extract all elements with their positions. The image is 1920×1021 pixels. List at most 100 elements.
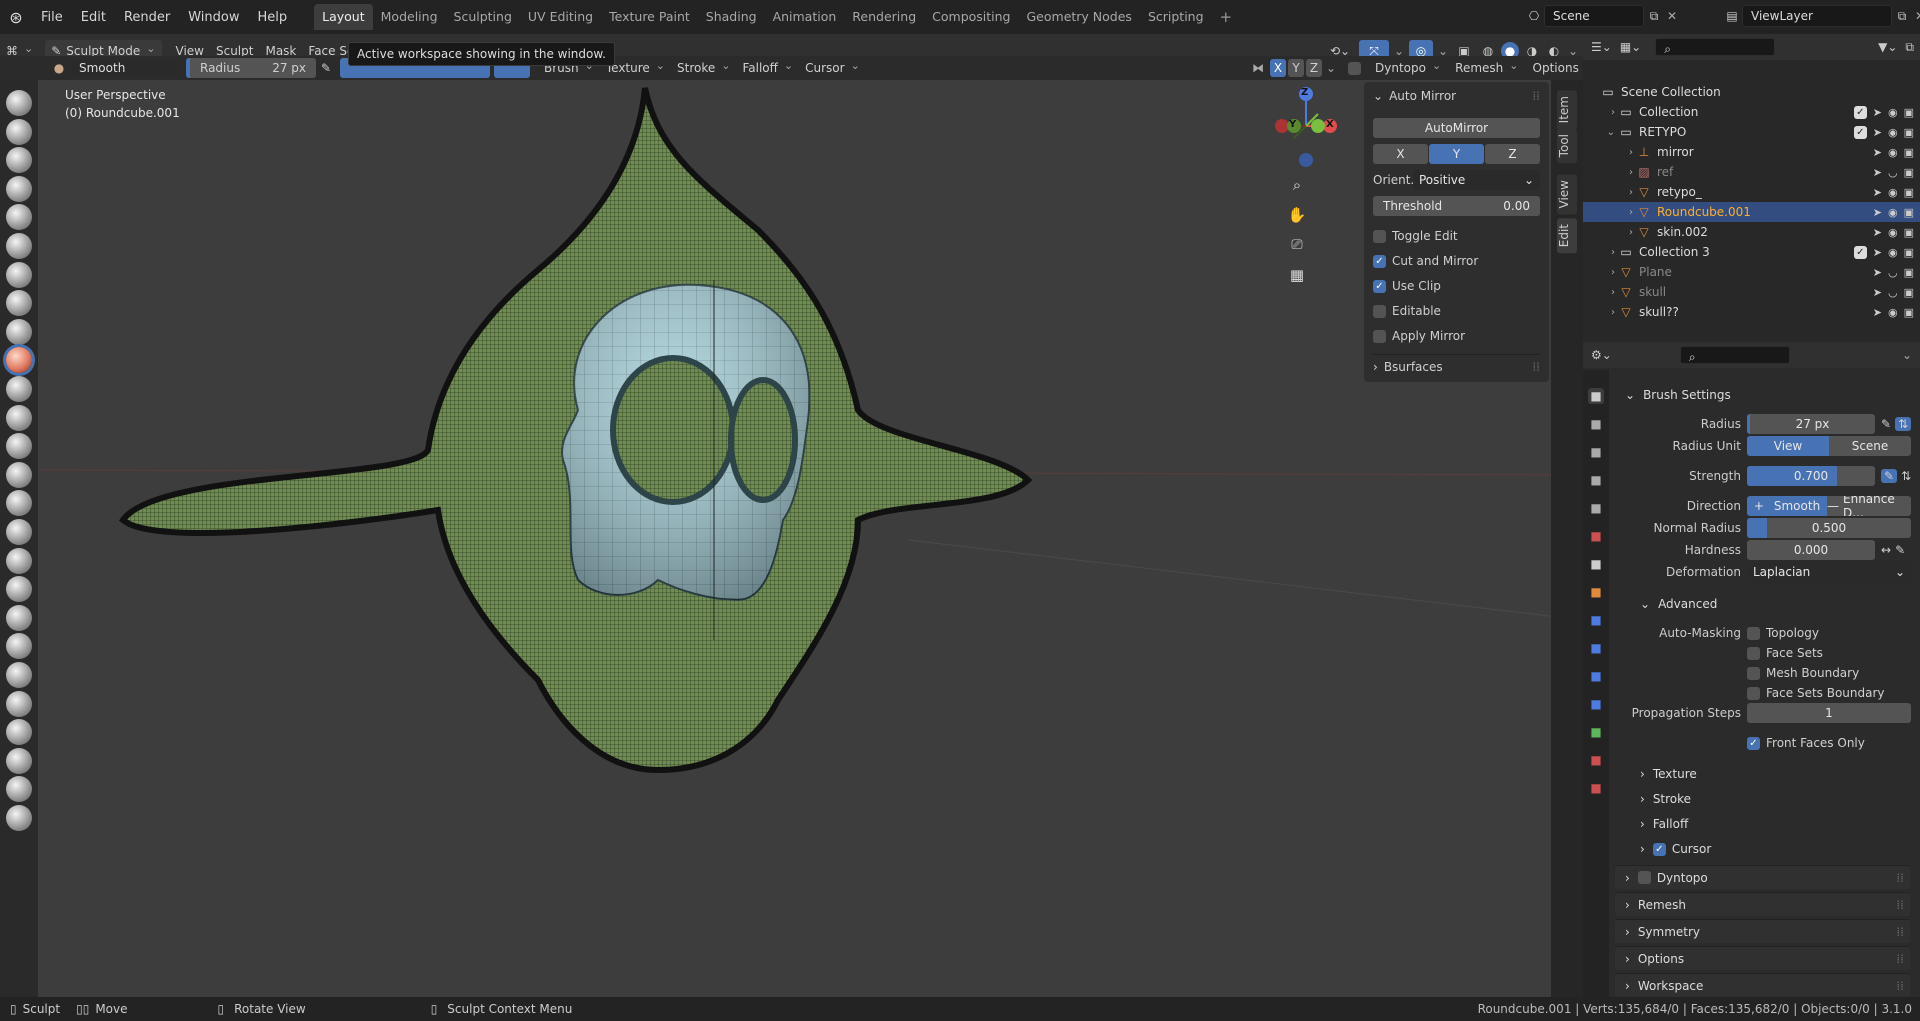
properties-tab-texture-icon[interactable]: ■	[1588, 780, 1604, 796]
panel-workspace[interactable]: › Workspace ⁞⁞	[1615, 973, 1910, 997]
expand-arrow-icon[interactable]: ›	[1583, 207, 1637, 218]
outliner-row[interactable]: › ▽ retypo_ ➤ ◉ ▣	[1583, 182, 1920, 202]
tool-nudge-icon[interactable]	[6, 662, 32, 688]
eye-icon[interactable]: ◉	[1888, 126, 1898, 139]
outliner-row[interactable]: › ▽ skin.002 ➤ ◉ ▣	[1583, 222, 1920, 242]
zoom-icon[interactable]: ⌕	[1285, 173, 1309, 197]
strength-lock-icon[interactable]: ⇅	[1901, 469, 1911, 483]
eye-icon[interactable]: ◡	[1888, 266, 1898, 279]
check-cut-and-mirror[interactable]: ✓ Cut and Mirror	[1373, 251, 1540, 271]
properties-tab-physics-icon[interactable]: ■	[1588, 668, 1604, 684]
front-faces-option[interactable]: ✓ Front Faces Only	[1747, 736, 1865, 750]
camera-icon[interactable]: ▣	[1904, 266, 1914, 279]
radius-pressure-icon[interactable]: ✎	[316, 61, 336, 75]
camera-view-icon[interactable]: ⎚	[1285, 233, 1309, 257]
select-arrow-icon[interactable]: ➤	[1873, 106, 1882, 119]
auto-mirror-header[interactable]: ⌄ Auto Mirror ⁞⁞	[1373, 86, 1540, 106]
subsection-texture[interactable]: › Texture	[1630, 762, 1910, 786]
radius-value-field[interactable]: 27 px	[1747, 414, 1875, 434]
stroke-dropdown[interactable]: Stroke	[671, 57, 736, 79]
outliner-search-input[interactable]: ⌕	[1655, 38, 1776, 56]
strength-pressure-icon[interactable]: ✎	[1881, 469, 1898, 483]
tool-grab-icon[interactable]	[6, 519, 32, 545]
close-scene-icon[interactable]: ✕	[1664, 9, 1680, 23]
pan-hand-icon[interactable]: ✋	[1285, 203, 1309, 227]
tool-crease-icon[interactable]	[6, 318, 32, 345]
checkbox[interactable]	[1373, 304, 1386, 318]
panel-remesh[interactable]: › Remesh ⁞⁞	[1615, 892, 1910, 916]
outliner-row[interactable]: › ▽ skull?? ➤ ◉ ▣	[1583, 302, 1920, 322]
tab-uv-editing[interactable]: UV Editing	[520, 4, 601, 30]
tool-multiplane-scrape-icon[interactable]	[6, 461, 32, 488]
tab-shading[interactable]: Shading	[698, 4, 765, 30]
properties-tab-particles-icon[interactable]: ■	[1588, 640, 1604, 656]
tab-compositing[interactable]: Compositing	[924, 4, 1018, 30]
camera-icon[interactable]: ▣	[1904, 226, 1914, 239]
properties-search-input[interactable]: ⌕	[1679, 346, 1790, 364]
hardness-invert-icon[interactable]: ↔	[1881, 543, 1891, 557]
tool-clay-icon[interactable]	[6, 147, 32, 174]
tool-rotate-icon[interactable]	[6, 690, 32, 717]
properties-tab-collection-icon[interactable]: ■	[1588, 556, 1604, 572]
tool-snake-hook-icon[interactable]	[6, 576, 32, 603]
properties-tab-modifiers-icon[interactable]: ■	[1588, 612, 1604, 628]
scene-field[interactable]: Scene	[1544, 5, 1644, 27]
brush-thumbnail-icon[interactable]: ●	[48, 61, 70, 75]
panel-dyntopo[interactable]: › Dyntopo ⁞⁞	[1615, 865, 1910, 889]
symmetry-dropdown-icon[interactable]: ⌄	[1324, 61, 1338, 75]
tool-draw-icon[interactable]	[6, 90, 32, 116]
dyntopo-checkbox[interactable]	[1637, 871, 1651, 884]
camera-icon[interactable]: ▣	[1904, 146, 1914, 159]
select-arrow-icon[interactable]: ➤	[1873, 206, 1882, 219]
tool-flatten-icon[interactable]	[6, 376, 32, 402]
check-toggle-edit[interactable]: Toggle Edit	[1373, 226, 1540, 246]
eye-icon[interactable]: ◡	[1888, 286, 1898, 299]
outliner-row[interactable]: › ▽ Roundcube.001 ➤ ◉ ▣	[1583, 202, 1920, 222]
menu-file[interactable]: File	[32, 10, 72, 25]
exclude-checkbox[interactable]: ✓	[1853, 105, 1867, 119]
drag-handle-icon[interactable]: ⁞⁞	[1896, 898, 1904, 912]
tab-animation[interactable]: Animation	[765, 4, 845, 30]
add-workspace-button[interactable]: +	[1212, 8, 1241, 26]
outliner-row[interactable]: ⌄ ▭ RETYPO ✓ ➤ ◉ ▣	[1583, 122, 1920, 142]
propagation-steps-field[interactable]: 1	[1747, 703, 1911, 723]
tool-clay-thumb-icon[interactable]	[6, 204, 32, 231]
radius-unit-scene-button[interactable]: Scene	[1829, 436, 1911, 456]
drag-handle-icon[interactable]: ⁞⁞	[1896, 979, 1904, 993]
exclude-checkbox[interactable]: ✓	[1853, 245, 1867, 259]
camera-icon[interactable]: ▣	[1904, 186, 1914, 199]
tool-clay-strips-icon[interactable]	[6, 175, 32, 202]
expand-arrow-icon[interactable]: ⌄	[1583, 127, 1619, 138]
new-collection-icon[interactable]: ⧉	[1905, 40, 1914, 55]
tool-simplify-icon[interactable]	[6, 805, 32, 831]
drag-handle-icon[interactable]: ⁞⁞	[1896, 925, 1904, 939]
outliner-row[interactable]: › ▽ skull ➤ ◡ ▣	[1583, 282, 1920, 302]
tab-sculpting[interactable]: Sculpting	[446, 4, 520, 30]
automasking-option[interactable]: Mesh Boundary	[1747, 666, 1859, 680]
select-arrow-icon[interactable]: ➤	[1873, 166, 1882, 179]
tool-layer-icon[interactable]	[6, 233, 32, 259]
outliner-editor-icon[interactable]: ☰⌄	[1591, 40, 1612, 54]
drag-handle-icon[interactable]: ⁞⁞	[1896, 952, 1904, 966]
subsection-stroke[interactable]: › Stroke	[1630, 787, 1910, 811]
select-arrow-icon[interactable]: ➤	[1873, 306, 1882, 319]
expand-arrow-icon[interactable]: ›	[1583, 267, 1619, 278]
axis-x-button[interactable]: X	[1373, 144, 1428, 164]
checkbox[interactable]: ✓	[1373, 279, 1386, 293]
cursor-dropdown[interactable]: Cursor	[799, 57, 866, 79]
panel-symmetry[interactable]: › Symmetry ⁞⁞	[1615, 919, 1910, 943]
expand-arrow-icon[interactable]: ›	[1583, 167, 1637, 178]
drag-handle-icon[interactable]: ⁞⁞	[1532, 360, 1540, 374]
tab-rendering[interactable]: Rendering	[844, 4, 924, 30]
properties-tab-output-icon[interactable]: ■	[1588, 444, 1604, 460]
camera-icon[interactable]: ▣	[1904, 126, 1914, 139]
properties-tab-data-icon[interactable]: ■	[1588, 724, 1604, 740]
camera-icon[interactable]: ▣	[1904, 166, 1914, 179]
camera-icon[interactable]: ▣	[1904, 206, 1914, 219]
camera-icon[interactable]: ▣	[1904, 106, 1914, 119]
eye-icon[interactable]: ◉	[1888, 146, 1898, 159]
eye-icon[interactable]: ◉	[1888, 226, 1898, 239]
radius-pressure-icon[interactable]: ✎	[1881, 417, 1891, 431]
camera-icon[interactable]: ▣	[1904, 286, 1914, 299]
automirror-button[interactable]: AutoMirror	[1373, 118, 1540, 138]
